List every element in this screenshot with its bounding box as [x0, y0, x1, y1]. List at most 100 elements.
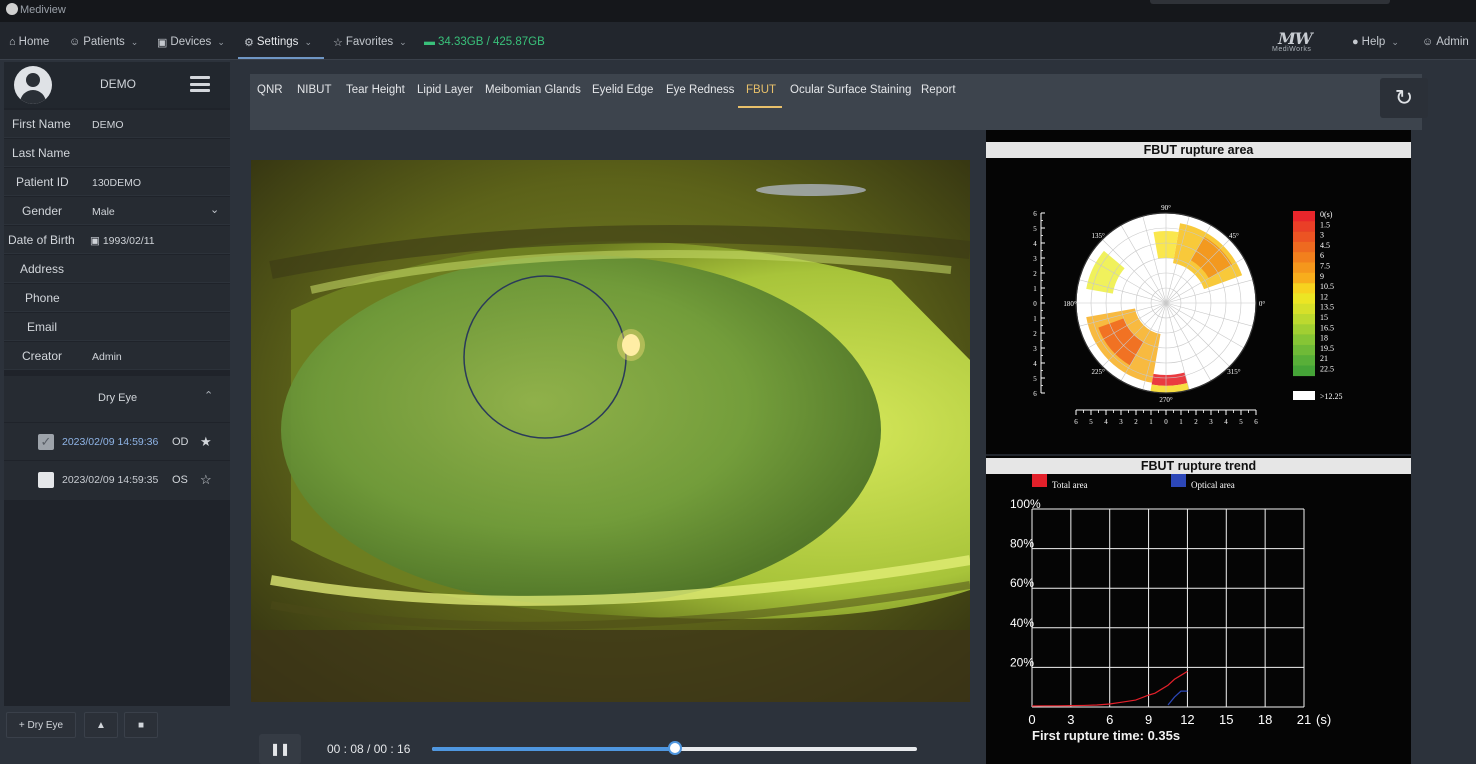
rupture-area-polar-chart: 90°45°0°315°270°225°180°135°654321012345… [1033, 204, 1343, 426]
horizontal-tick-label: 6 [1074, 418, 1078, 426]
star-filled-icon[interactable]: ★ [200, 434, 212, 450]
x-tick-label: 3 [1067, 712, 1074, 727]
field-value[interactable]: Admin [92, 351, 122, 363]
tab-lipid-layer[interactable]: Lipid Layer [417, 84, 473, 96]
date-field[interactable]: ▣ 1993/02/11 [90, 235, 155, 247]
top-navigation: ⌂ Home ☺ Patients ⌄ ▣ Devices ⌄ ⚙ Settings ⌄ ☆ F… [0, 22, 1476, 60]
nav-user[interactable]: ☺ Admin [1422, 33, 1469, 51]
tab-tear-height[interactable]: Tear Height [346, 84, 405, 96]
polar-angle-label: 270° [1159, 396, 1173, 404]
app-icon [6, 3, 18, 15]
field-label: Address [20, 262, 65, 276]
playback-handle[interactable] [667, 741, 682, 755]
first-rupture-time: First rupture time: 0.35s [1032, 728, 1181, 743]
chevron-down-icon[interactable]: ⌄ [210, 203, 219, 216]
polar-angle-label: 90° [1161, 204, 1171, 212]
delete-button[interactable]: ■ [124, 712, 158, 738]
move-up-button[interactable]: ▲ [84, 712, 118, 738]
legend-label: 16.5 [1320, 323, 1334, 332]
nav-favorites[interactable]: ☆ Favorites ⌄ [333, 33, 407, 51]
nav-home[interactable]: ⌂ Home [9, 33, 49, 51]
star-outline-icon[interactable]: ☆ [200, 472, 212, 488]
exam-checkbox[interactable] [38, 472, 54, 488]
window-title: Mediview [20, 4, 66, 16]
field-value[interactable]: 130DEMO [92, 177, 141, 189]
vertical-tick-label: 4 [1033, 360, 1037, 368]
chevron-up-icon[interactable]: ⌃ [204, 389, 213, 402]
legend-label: 15 [1320, 313, 1328, 322]
vertical-tick-label: 5 [1033, 225, 1037, 233]
legend-swatch [1293, 252, 1315, 263]
horizontal-tick-label: 2 [1194, 418, 1198, 426]
nav-devices-label: Devices [170, 36, 212, 48]
field-date-of-birth: Date of Birth ▣ 1993/02/11 [4, 226, 230, 254]
vertical-tick-label: 0 [1033, 300, 1037, 308]
exam-item[interactable]: ✓ 2023/02/09 14:59:36 OD ★ [4, 422, 230, 460]
patient-sidebar: DEMO First Name DEMO Last Name Patient I… [4, 62, 230, 738]
legend-label: 4.5 [1320, 241, 1330, 250]
tab-meibomian-glands[interactable]: Meibomian Glands [485, 84, 581, 96]
field-last-name: Last Name [4, 139, 230, 167]
rupture-area-title: FBUT rupture area [986, 142, 1411, 158]
legend-swatch [1293, 314, 1315, 325]
tab-report[interactable]: Report [921, 84, 956, 96]
pause-button[interactable]: ❚❚ [259, 734, 301, 764]
tab-eye-redness[interactable]: Eye Redness [666, 84, 734, 96]
home-icon: ⌂ [9, 36, 16, 48]
brand-logo: MW MediWorks [1272, 28, 1328, 56]
polar-angle-label: 135° [1091, 232, 1105, 240]
eye-video[interactable] [251, 160, 970, 702]
vertical-tick-label: 6 [1033, 390, 1037, 398]
gender-select[interactable]: Male [92, 206, 115, 218]
tab-eyelid-edge[interactable]: Eyelid Edge [592, 84, 653, 96]
field-address: Address [4, 255, 230, 283]
x-tick-label: 0 [1028, 712, 1035, 727]
nav-patients[interactable]: ☺ Patients ⌄ [69, 33, 138, 51]
tab-nibut[interactable]: NIBUT [297, 84, 332, 96]
nav-patients-label: Patients [83, 36, 125, 48]
legend-swatch [1293, 231, 1315, 243]
nav-help[interactable]: ● Help ⌄ [1352, 33, 1399, 51]
field-value[interactable]: DEMO [92, 119, 124, 131]
legend-swatch [1293, 355, 1315, 366]
refresh-icon: ↻ [1394, 85, 1414, 110]
field-label: Email [27, 320, 58, 334]
menu-icon[interactable] [190, 76, 210, 92]
polar-angle-label: 45° [1229, 232, 1239, 240]
polar-angle-label: 180° [1063, 300, 1077, 308]
window-drag-handle[interactable] [1150, 0, 1390, 4]
playback-slider[interactable] [432, 741, 917, 755]
horizontal-tick-label: 3 [1119, 418, 1123, 426]
horizontal-tick-label: 0 [1164, 418, 1168, 426]
tab-ocular-surface-staining[interactable]: Ocular Surface Staining [790, 84, 911, 96]
pause-icon: ❚❚ [269, 742, 291, 756]
field-email: Email [4, 313, 230, 341]
nav-settings[interactable]: ⚙ Settings ⌄ [244, 33, 312, 51]
x-tick-label: 9 [1145, 712, 1152, 727]
polar-angle-label: 315° [1227, 368, 1241, 376]
exam-item[interactable]: 2023/02/09 14:59:35 OS ☆ [4, 460, 230, 498]
exam-group-title[interactable]: Dry Eye [98, 392, 137, 404]
add-exam-button[interactable]: + Dry Eye [6, 712, 76, 738]
horizontal-tick-label: 1 [1149, 418, 1153, 426]
exam-tabbar: QNR NIBUT Tear Height Lipid Layer Meibom… [250, 74, 1422, 130]
refresh-button[interactable]: ↻ [1380, 78, 1428, 118]
legend-label: 7.5 [1320, 262, 1330, 271]
series-line [1167, 690, 1188, 706]
tab-fbut[interactable]: FBUT [746, 84, 776, 96]
vertical-tick-label: 6 [1033, 210, 1037, 218]
vertical-tick-label: 3 [1033, 345, 1037, 353]
field-label: Patient ID [16, 175, 69, 189]
legend-swatch [1293, 334, 1315, 346]
legend-over-label: >12.25 [1320, 392, 1343, 401]
legend-swatch [1032, 474, 1047, 487]
legend-label: 3 [1320, 231, 1324, 240]
tab-qnr[interactable]: QNR [257, 84, 283, 96]
field-label: Date of Birth [8, 233, 75, 247]
exam-checkbox[interactable]: ✓ [38, 434, 54, 450]
legend-over-swatch [1293, 391, 1315, 400]
gear-icon: ⚙ [244, 36, 254, 49]
nav-devices[interactable]: ▣ Devices ⌄ [157, 33, 225, 51]
exam-timestamp: 2023/02/09 14:59:36 [62, 436, 159, 448]
horizontal-tick-label: 4 [1104, 418, 1108, 426]
